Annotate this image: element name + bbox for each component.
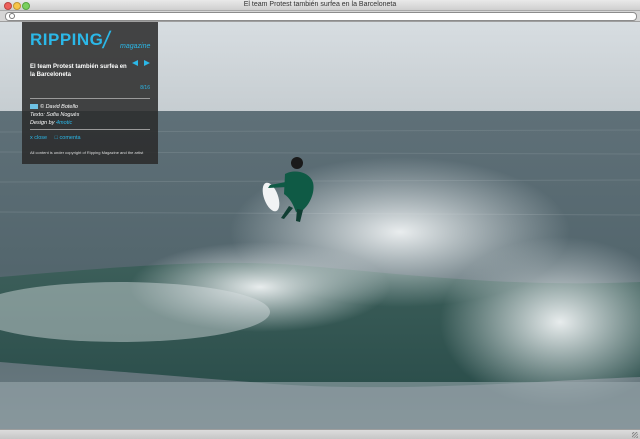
address-bar — [0, 11, 640, 22]
divider — [30, 98, 150, 99]
arrow-left-icon[interactable] — [132, 60, 138, 66]
logo-text: RIPPING — [30, 30, 104, 49]
credits: © David Botello Texto: Sofia Nogués Desi… — [30, 103, 79, 127]
text-credit: Texto: Sofia Nogués — [30, 112, 80, 118]
logo-subtitle: magazine — [120, 43, 151, 50]
copyright-text: All content is under copyright of Rippin… — [30, 150, 144, 155]
url-icon — [9, 13, 15, 19]
info-panel: RIPPING / magazine El team Protest tambi… — [22, 22, 158, 164]
camera-icon — [30, 104, 38, 110]
photo-counter: 8/16 — [140, 85, 150, 91]
design-credit: Design by 4motic — [30, 120, 73, 126]
design-link[interactable]: 4motic — [56, 120, 72, 126]
url-input[interactable] — [5, 12, 637, 21]
panel-actions: x close □ comenta — [30, 135, 87, 141]
post-title: El team Protest también surfea en la Bar… — [30, 64, 127, 78]
divider — [30, 129, 150, 130]
ripping-logo[interactable]: RIPPING / magazine — [30, 27, 151, 54]
close-panel-button[interactable]: x close — [30, 135, 47, 141]
window-titlebar: El team Protest también surfea en la Bar… — [0, 0, 640, 11]
photo-credit: © David Botello — [30, 103, 79, 111]
window-title: El team Protest también surfea en la Bar… — [243, 1, 397, 8]
arrow-right-icon[interactable] — [144, 60, 150, 66]
comment-button[interactable]: □ comenta — [55, 135, 81, 141]
resize-grip-icon[interactable] — [632, 432, 638, 438]
